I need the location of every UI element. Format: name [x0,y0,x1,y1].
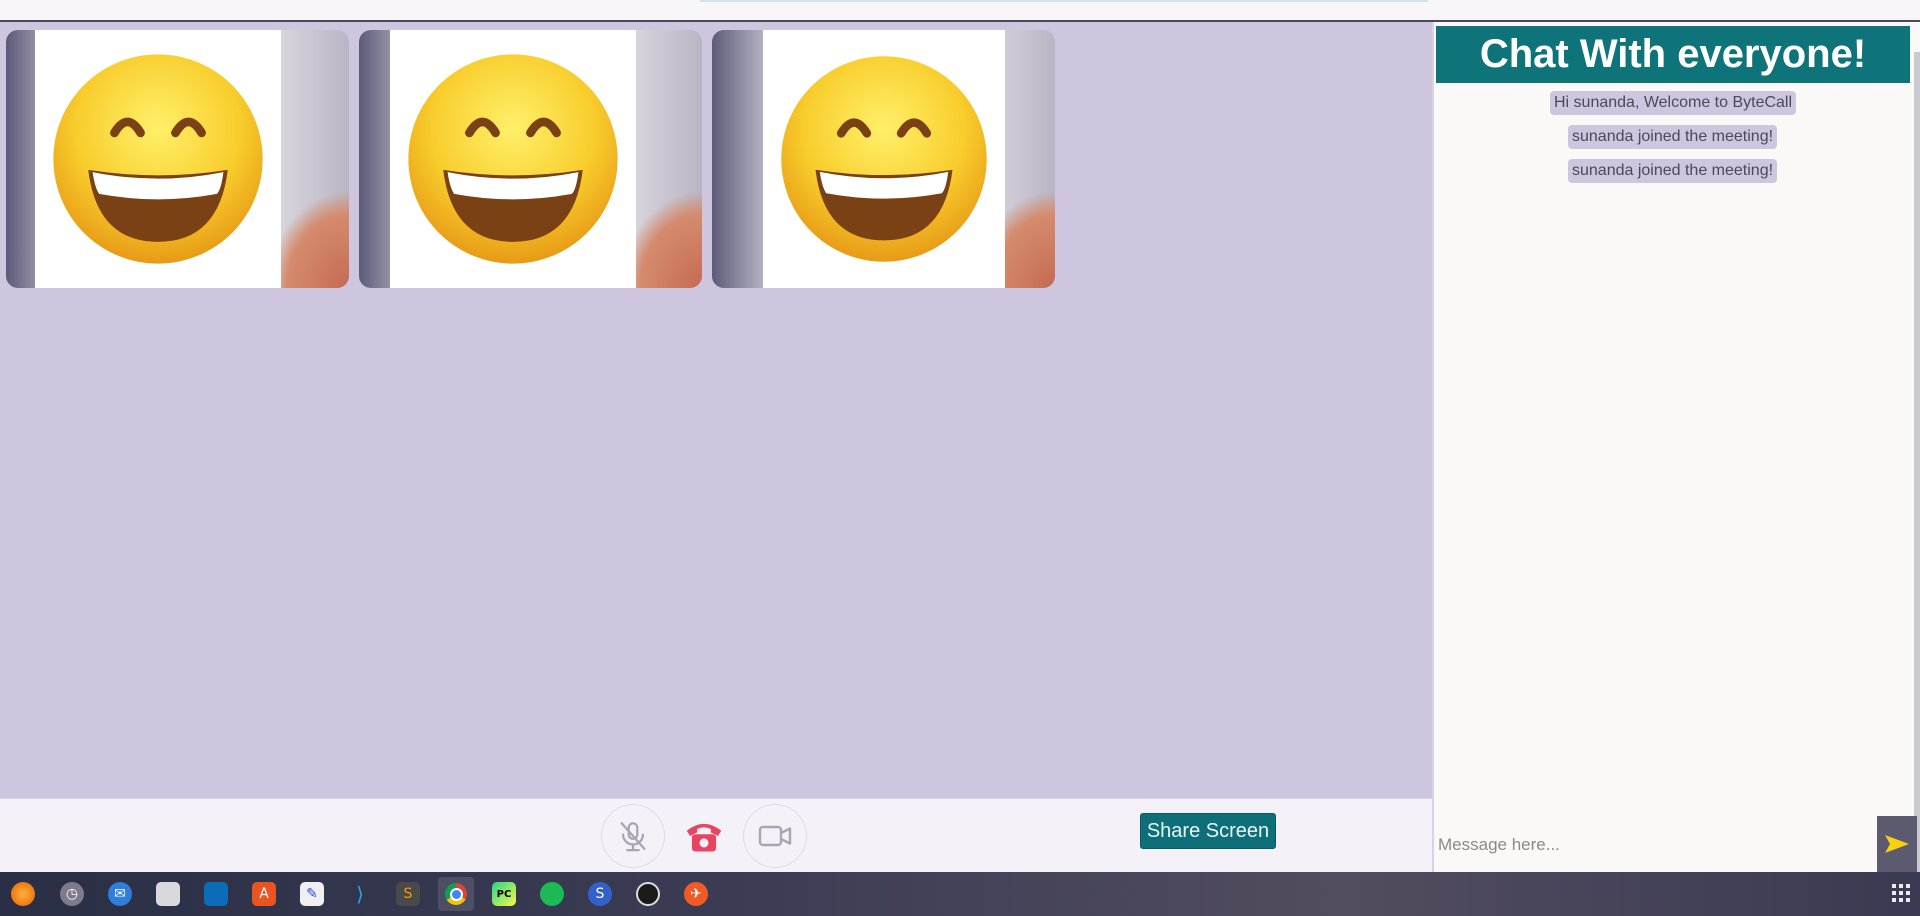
chat-scrollbar[interactable] [1914,52,1920,872]
browser-top-edge [0,0,1920,22]
thunderbird-icon[interactable]: ✉ [108,882,132,906]
firefox-icon[interactable] [11,882,35,906]
mute-mic-button[interactable] [601,804,665,868]
postman-icon[interactable]: ✈ [684,882,708,906]
hang-up-button[interactable] [672,804,736,868]
chat-message: sunanda joined the meeting! [1568,125,1778,149]
video-tile-3[interactable] [712,30,1055,288]
share-screen-button[interactable]: Share Screen [1140,813,1276,849]
app-grid-icon[interactable] [1892,884,1910,902]
send-button[interactable] [1877,816,1917,872]
os-taskbar: ◷ ✉ A ✎ ⟩ S PC S ✈ [0,872,1920,916]
microphone-muted-icon [620,822,646,852]
video-tile-2[interactable] [359,30,702,288]
video-background [269,193,349,288]
chat-panel: Chat With everyone! Hi sunanda, Welcome … [1432,22,1920,872]
grinning-face-icon [781,56,987,262]
avatar-card [763,30,1005,288]
chat-title: Chat With everyone! [1436,26,1910,83]
grinning-face-icon [53,54,263,264]
spotify-icon[interactable] [540,882,564,906]
send-arrow-icon [1885,835,1909,853]
pycharm-icon[interactable]: PC [492,882,516,906]
avatar-card [35,30,281,288]
address-bar-edge [700,0,1428,2]
app-center-icon[interactable]: A [252,882,276,906]
video-tile-1[interactable] [6,30,349,288]
message-input[interactable] [1436,830,1880,860]
grinning-face-icon [408,54,618,264]
call-controls-bar: Share Screen [0,798,1432,873]
video-stage [0,22,1432,798]
video-camera-icon [758,825,792,847]
simplenote-icon[interactable]: S [588,882,612,906]
chrome-icon [445,883,467,905]
toggle-camera-button[interactable] [743,804,807,868]
chrome-taskbar-item[interactable] [438,877,474,911]
avatar-card [390,30,636,288]
vscode-icon[interactable]: ⟩ [348,882,372,906]
clock-icon[interactable]: ◷ [60,882,84,906]
phone-hangup-icon [686,823,722,852]
text-editor-icon[interactable]: ✎ [300,882,324,906]
obs-icon[interactable] [636,882,660,906]
sublime-text-icon[interactable]: S [396,882,420,906]
trello-icon[interactable] [204,882,228,906]
chat-message: Hi sunanda, Welcome to ByteCall [1550,91,1797,115]
files-icon[interactable] [156,882,180,906]
chat-message: sunanda joined the meeting! [1568,159,1778,183]
